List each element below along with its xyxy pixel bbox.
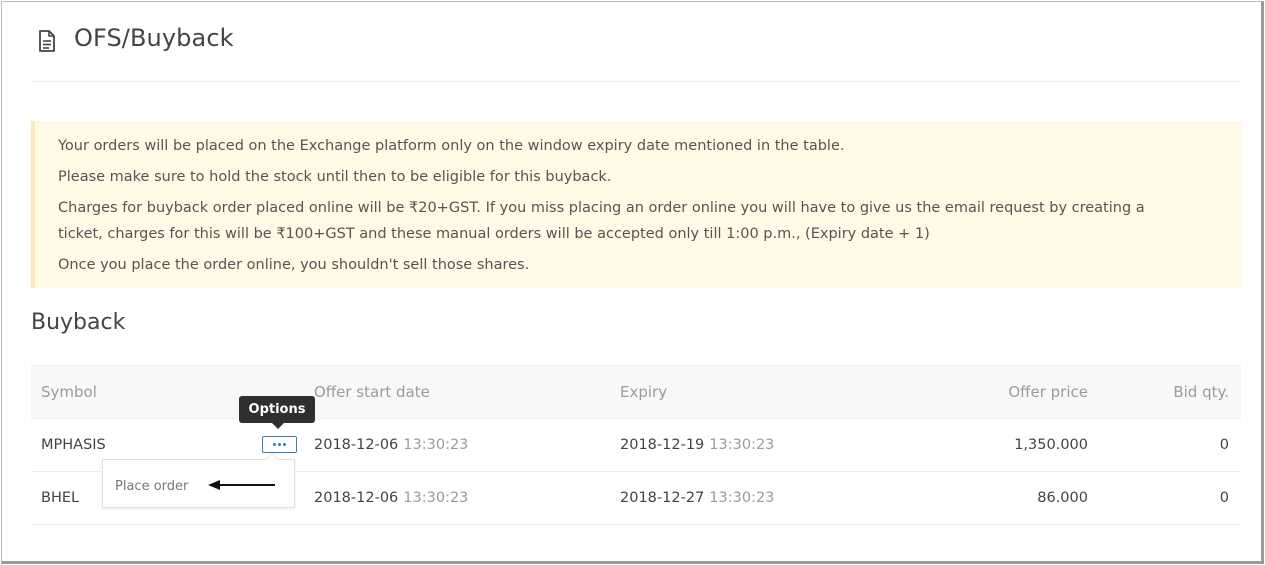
offer-price-cell: 86.000	[1037, 490, 1088, 506]
bid-qty-cell: 0	[1219, 437, 1229, 453]
offer-start-cell: 2018-12-06 13:30:23	[314, 472, 468, 524]
start-time: 13:30:23	[403, 437, 469, 453]
offer-price-cell: 1,350.000	[1014, 437, 1088, 453]
header-symbol[interactable]: Symbol	[41, 366, 97, 418]
expiry-time: 13:30:23	[709, 490, 775, 506]
page-title: OFS/Buyback	[74, 24, 234, 52]
notice-line: Please make sure to hold the stock until…	[58, 169, 612, 185]
more-dots-icon	[283, 443, 286, 446]
notice-box: Your orders will be placed on the Exchan…	[31, 121, 1241, 288]
expiry-date: 2018-12-27	[620, 490, 705, 506]
more-dots-icon	[278, 443, 281, 446]
expiry-date: 2018-12-19	[620, 437, 705, 453]
header-expiry[interactable]: Expiry	[620, 366, 667, 418]
page-header: OFS/Buyback	[31, 2, 1241, 82]
offer-start-cell: 2018-12-06 13:30:23	[314, 419, 468, 471]
expiry-time: 13:30:23	[709, 437, 775, 453]
notice-line: Your orders will be placed on the Exchan…	[58, 138, 845, 154]
more-dots-icon	[273, 443, 276, 446]
symbol-cell: BHEL	[41, 490, 80, 506]
start-date: 2018-12-06	[314, 437, 399, 453]
header-bid-qty[interactable]: Bid qty.	[1173, 366, 1229, 418]
header-offer-start[interactable]: Offer start date	[314, 366, 430, 418]
options-button[interactable]	[262, 436, 297, 453]
notice-line: Charges for buyback order placed online …	[58, 200, 1145, 242]
section-title: Buyback	[31, 310, 126, 335]
bid-qty-cell: 0	[1219, 490, 1229, 506]
document-icon	[39, 30, 55, 52]
table-header: Symbol Offer start date Expiry Offer pri…	[31, 365, 1241, 419]
notice-line: Once you place the order online, you sho…	[58, 257, 530, 273]
start-time: 13:30:23	[403, 490, 469, 506]
symbol-cell: MPHASIS	[41, 437, 106, 453]
expiry-cell: 2018-12-19 13:30:23	[620, 419, 774, 471]
start-date: 2018-12-06	[314, 490, 399, 506]
place-order-menu-item[interactable]: Place order	[115, 479, 188, 494]
header-offer-price[interactable]: Offer price	[1008, 366, 1088, 418]
expiry-cell: 2018-12-27 13:30:23	[620, 472, 774, 524]
pointer-arrow-icon	[208, 480, 275, 490]
options-tooltip: Options	[239, 396, 315, 429]
